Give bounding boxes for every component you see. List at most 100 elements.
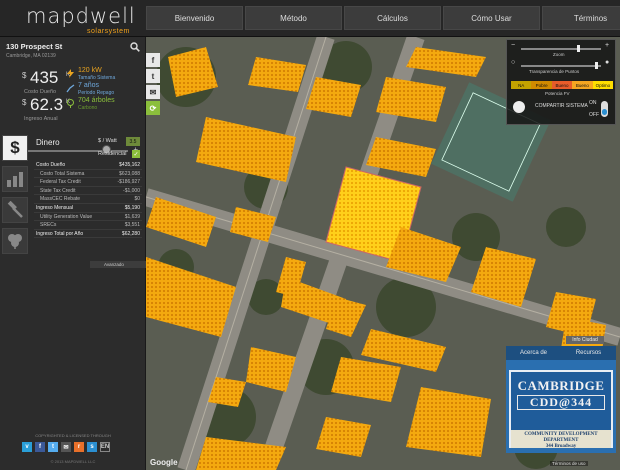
- share-system-toggle[interactable]: COMPARTIR SISTEMA ON OFF: [513, 99, 611, 123]
- city-panel-buttons: Acerca de Recursos: [506, 346, 616, 360]
- legend-good-1: Bueno: [551, 81, 573, 89]
- system-size-label: Tamaño Sistema: [78, 75, 116, 81]
- finance-row: Ingreso Mensual $5,190: [34, 204, 142, 213]
- carbon-stat: 704 árboles Carbono: [78, 97, 115, 111]
- finance-row-value: $1,639: [124, 213, 140, 220]
- rss-icon[interactable]: r: [74, 442, 84, 452]
- solar-panel-icon: [513, 101, 525, 113]
- tab-environment[interactable]: [2, 228, 28, 254]
- annual-income-value: 62.3: [30, 95, 64, 114]
- finance-row: Costo Total Sistema $623,088: [34, 170, 142, 179]
- mapdwell-logo[interactable]: mapdwell solarsystem: [26, 4, 136, 35]
- vimeo-icon[interactable]: v: [22, 442, 32, 452]
- clover-icon: [8, 234, 22, 249]
- toggle-off-label: OFF: [589, 112, 599, 118]
- finance-row-label: Costo Dueño: [36, 162, 66, 168]
- cdd-title: CAMBRIDGE: [517, 378, 605, 393]
- finance-row: Utility Generation Value $1,639: [34, 213, 142, 222]
- language-icon[interactable]: EN: [100, 442, 110, 452]
- bolt-icon: [67, 69, 74, 78]
- payback-label: Periodo Repago: [78, 90, 115, 96]
- finance-row-value: -$186,927: [117, 179, 140, 186]
- link-share-icon[interactable]: ⟳: [146, 101, 160, 115]
- annual-income-stat: $ 62.3 K Ingreso Anual: [22, 95, 70, 123]
- transparency-knob[interactable]: [595, 62, 598, 69]
- legend-optimal: Optimo: [592, 81, 614, 89]
- twitter-icon[interactable]: t: [48, 442, 58, 452]
- zoom-minus[interactable]: −: [511, 42, 515, 49]
- cdd-address: 344 Broadway: [545, 444, 577, 449]
- payback-stat: 7 años Periodo Repago: [78, 82, 114, 96]
- zoom-plus[interactable]: +: [605, 42, 609, 49]
- transparency-track: [521, 65, 601, 67]
- carbon-label: Carbono: [78, 105, 98, 111]
- finance-row-value: $5,190: [124, 204, 140, 211]
- dollar-icon: $: [10, 138, 20, 157]
- tree-icon: [67, 99, 74, 108]
- watt-input[interactable]: 3.5: [126, 137, 140, 146]
- finance-row: Costo Dueño $435,162: [34, 161, 142, 170]
- system-size-value: 120 kW: [78, 67, 102, 74]
- nav-item-terminos[interactable]: Términos: [542, 6, 620, 30]
- address-block: 130 Prospect St Cambridge, MA 02139: [6, 42, 140, 59]
- sidebar: 130 Prospect St Cambridge, MA 02139 $ 43…: [0, 37, 146, 470]
- facebook-icon[interactable]: f: [35, 442, 45, 452]
- terms-of-use-link[interactable]: Términos de uso: [550, 461, 588, 466]
- system-size-stat: 120 kW Tamaño Sistema: [78, 67, 115, 81]
- share-rail: f t ✉ ⟳: [146, 53, 160, 117]
- finance-row-label: MassCEC Rebate: [40, 196, 81, 203]
- app-root: mapdwell solarsystem Bienvenido Método C…: [0, 0, 620, 470]
- owner-cost-stat: $ 435 K Costo Dueño: [22, 68, 70, 96]
- nav-item-bienvenido[interactable]: Bienvenido: [146, 6, 243, 30]
- zoom-knob[interactable]: [577, 45, 580, 52]
- toggle-knob: [602, 109, 607, 115]
- finance-row-label: SRECs: [40, 222, 57, 229]
- toggle-on-label: ON: [589, 100, 597, 106]
- share-icon[interactable]: s: [87, 442, 97, 452]
- owner-cost-value: 435: [30, 68, 59, 87]
- toggle-switch[interactable]: [601, 101, 608, 117]
- search-icon[interactable]: [130, 42, 140, 52]
- finance-row-label: Federal Tax Credit: [40, 179, 81, 186]
- advanced-toggle[interactable]: Avanzado: [90, 261, 146, 268]
- nav-item-metodo[interactable]: Método: [245, 6, 342, 30]
- about-button[interactable]: Acerca de: [506, 346, 561, 360]
- residential-label: Residencial: [98, 151, 127, 157]
- carbon-value: 704 árboles: [78, 97, 115, 104]
- finance-row-label: Utility Generation Value: [40, 213, 93, 220]
- watt-label: $ / Watt: [98, 138, 117, 144]
- twitter-share-icon[interactable]: t: [146, 69, 160, 83]
- legend-poor: Pobre: [531, 81, 552, 89]
- logo-subtext: solarsystem: [87, 28, 130, 35]
- hammer-icon: [7, 201, 23, 218]
- nav-item-como-usar[interactable]: Cómo Usar: [443, 6, 540, 30]
- transparency-full[interactable]: ●: [605, 59, 609, 66]
- residential-checkbox[interactable]: ✓: [132, 150, 140, 158]
- finance-row: Ingreso Total por Año $62,280: [34, 230, 142, 239]
- panel-tabs: $: [2, 135, 32, 259]
- summary-stats: $ 435 K Costo Dueño $ 62.3 K Ingreso Anu…: [0, 65, 146, 154]
- finance-row-value: $0: [134, 196, 140, 203]
- tab-chart[interactable]: [2, 166, 28, 192]
- resources-button[interactable]: Recursos: [561, 346, 616, 360]
- currency-symbol: $: [22, 98, 27, 107]
- city-info-button[interactable]: Info Ciudad: [566, 336, 604, 344]
- legend-good-2: Bueno: [572, 81, 593, 89]
- layer-controls: − + Zoom ○ ● Transparencia de Puntos NA …: [506, 39, 616, 125]
- potential-label: Potencia FV: [545, 91, 570, 96]
- transparency-minus[interactable]: ○: [511, 59, 515, 66]
- cdd-department: COMMUNITY DEVELOPMENT DEPARTMENT: [524, 432, 598, 443]
- email-share-icon[interactable]: ✉: [146, 85, 160, 99]
- tab-money[interactable]: $: [2, 135, 28, 161]
- transparency-label: Transparencia de Puntos: [529, 69, 580, 74]
- nav-item-calculos[interactable]: Cálculos: [344, 6, 441, 30]
- email-icon[interactable]: ✉: [61, 442, 71, 452]
- bar-chart-icon: [7, 172, 23, 187]
- tab-tools[interactable]: [2, 197, 28, 223]
- facebook-share-icon[interactable]: f: [146, 53, 160, 67]
- trend-arrow-icon: [66, 84, 75, 93]
- cdd-sign: CAMBRIDGE CDD@344 COMMUNITY DEVELOPMENT …: [509, 370, 613, 449]
- zoom-label: Zoom: [553, 52, 565, 57]
- annual-income-label: Ingreso Anual: [24, 116, 58, 122]
- zoom-track: [521, 48, 601, 50]
